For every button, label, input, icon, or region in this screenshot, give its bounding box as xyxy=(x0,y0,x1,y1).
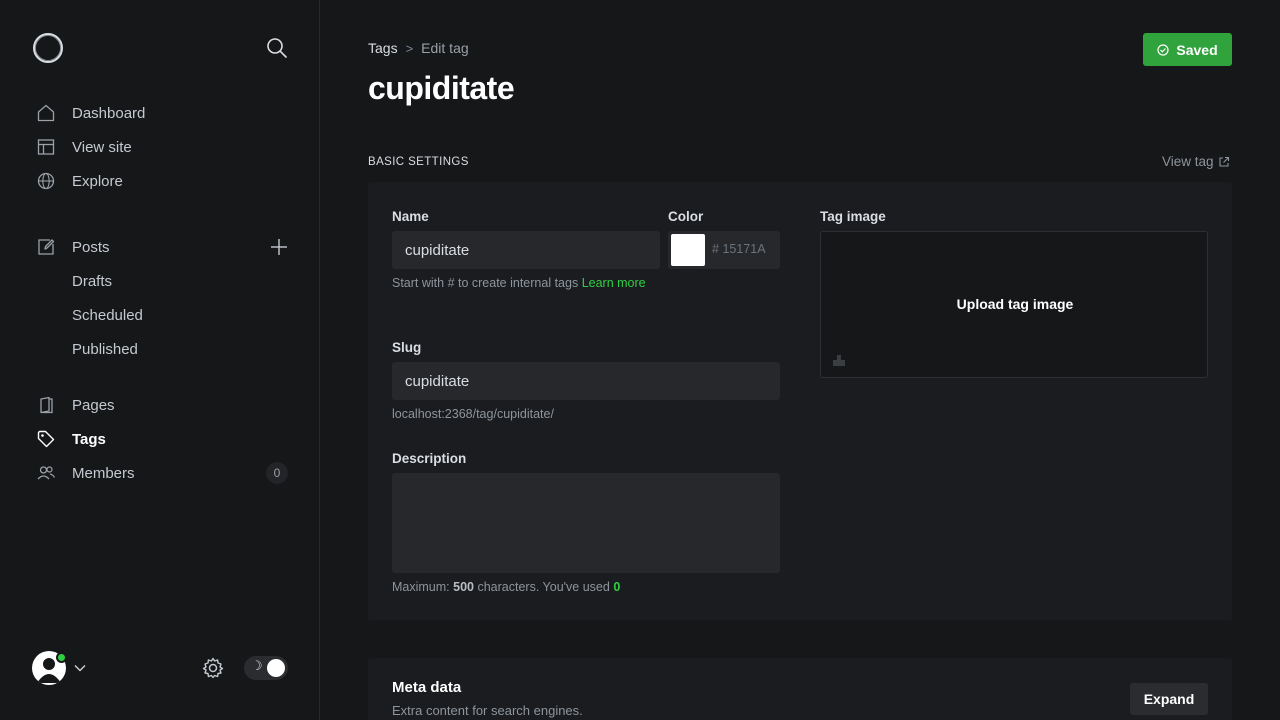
sidebar: Dashboard View site Explore Posts Drafts… xyxy=(0,0,320,720)
check-circle-icon xyxy=(1157,43,1169,56)
members-count-badge: 0 xyxy=(266,462,288,484)
ghost-logo[interactable] xyxy=(32,32,64,64)
nav-pages-label: Pages xyxy=(72,396,115,414)
toggle-knob xyxy=(267,659,285,677)
basic-settings-heading: BASIC SETTINGS xyxy=(368,156,469,168)
nav-members[interactable]: Members xyxy=(36,459,135,487)
description-label: Description xyxy=(392,451,467,466)
moon-icon: ☽ xyxy=(251,659,263,674)
online-status-dot xyxy=(56,652,67,663)
nav-drafts-label: Drafts xyxy=(72,272,113,290)
nav-published-label: Published xyxy=(72,340,138,358)
nav-published[interactable]: Published xyxy=(72,335,138,363)
description-textarea[interactable] xyxy=(392,473,780,573)
slug-url-preview: localhost:2368/tag/cupiditate/ xyxy=(392,407,554,421)
nav-dashboard-label: Dashboard xyxy=(72,104,146,122)
expand-button[interactable]: Expand xyxy=(1130,683,1208,715)
nav-view-site-label: View site xyxy=(72,138,132,156)
nav-view-site[interactable]: View site xyxy=(36,133,132,161)
plus-icon[interactable] xyxy=(268,236,290,258)
gear-icon[interactable] xyxy=(201,656,225,680)
view-tag-label: View tag xyxy=(1162,154,1214,169)
nav-explore[interactable]: Explore xyxy=(36,167,123,195)
learn-more-link[interactable]: Learn more xyxy=(582,276,646,290)
nav-tags-label: Tags xyxy=(72,430,106,448)
color-hash: # xyxy=(712,242,719,256)
external-link-icon xyxy=(1218,156,1230,168)
nav-drafts[interactable]: Drafts xyxy=(72,267,112,295)
saved-button-label: Saved xyxy=(1176,41,1218,58)
nav-posts[interactable]: Posts xyxy=(36,233,110,261)
breadcrumb-separator: > xyxy=(405,40,414,56)
nav-dashboard[interactable]: Dashboard xyxy=(36,99,145,127)
nav-scheduled-label: Scheduled xyxy=(72,306,143,324)
layout-icon xyxy=(36,137,56,157)
slug-label: Slug xyxy=(392,340,422,355)
tag-image-label: Tag image xyxy=(820,209,886,224)
nav-posts-label: Posts xyxy=(72,238,110,256)
upload-tag-image-label: Upload tag image xyxy=(956,296,1074,312)
description-counter: Maximum: 500 characters. You've used 0 xyxy=(392,577,620,598)
upload-icon xyxy=(832,353,846,367)
nav-pages[interactable]: Pages xyxy=(36,391,115,419)
page-title: cupiditate xyxy=(368,70,515,106)
counter-used: 0 xyxy=(613,580,621,594)
pages-icon xyxy=(36,395,56,415)
search-icon[interactable] xyxy=(265,36,289,60)
globe-icon xyxy=(36,171,56,191)
breadcrumb-current: Edit tag xyxy=(421,40,469,56)
tag-image-upload[interactable]: Upload tag image xyxy=(820,231,1208,378)
name-input[interactable]: cupiditate xyxy=(392,231,660,269)
nav-members-label: Members xyxy=(72,464,135,482)
nav-explore-label: Explore xyxy=(72,172,123,190)
slug-input[interactable]: cupiditate xyxy=(392,362,780,400)
members-icon xyxy=(36,463,56,483)
counter-prefix: Maximum: xyxy=(392,580,450,594)
saved-button[interactable]: Saved xyxy=(1143,33,1232,66)
nav-scheduled[interactable]: Scheduled xyxy=(72,301,143,329)
meta-data-subtitle: Extra content for search engines. xyxy=(392,703,583,718)
view-tag-link[interactable]: View tag xyxy=(1162,154,1230,169)
color-label: Color xyxy=(668,209,704,224)
breadcrumb: Tags > Edit tag xyxy=(368,40,469,56)
name-help-text: Start with # to create internal tags xyxy=(392,276,579,290)
edit-icon xyxy=(36,237,56,257)
tag-icon xyxy=(36,429,56,449)
color-hex-placeholder: 15171A xyxy=(722,242,766,256)
color-swatch[interactable] xyxy=(671,234,705,266)
color-hex-input[interactable]: # 15171A xyxy=(712,242,766,256)
breadcrumb-tags-link[interactable]: Tags xyxy=(368,40,398,56)
home-icon xyxy=(36,103,56,123)
counter-middle: characters. You've used xyxy=(477,580,610,594)
theme-toggle[interactable]: ☽ xyxy=(244,656,288,680)
meta-data-title: Meta data xyxy=(392,679,462,696)
nav-tags[interactable]: Tags xyxy=(36,425,106,453)
name-label: Name xyxy=(392,209,429,224)
chevron-down-icon[interactable] xyxy=(73,661,87,675)
counter-max: 500 xyxy=(453,580,474,594)
name-help: Start with # to create internal tags Lea… xyxy=(392,273,652,294)
